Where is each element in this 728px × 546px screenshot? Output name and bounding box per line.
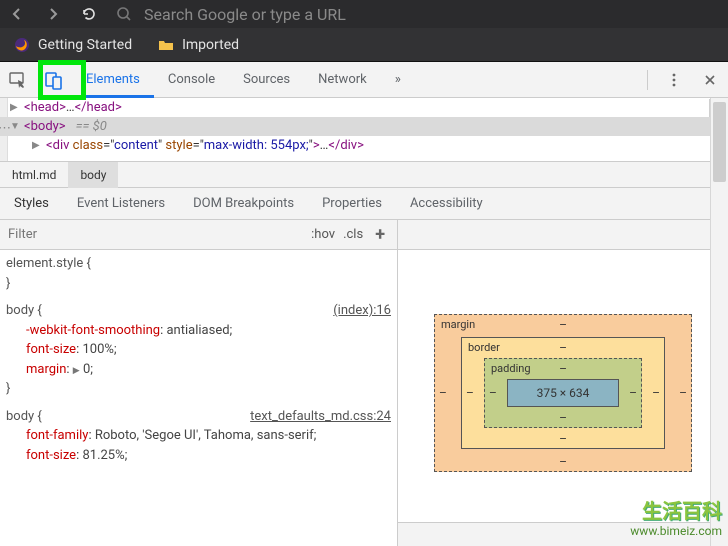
box-border[interactable]: border – – – – padding – – – – 375 × 634: [461, 337, 665, 449]
firefox-icon: [14, 37, 30, 53]
bookmark-label: Getting Started: [38, 37, 132, 53]
box-margin[interactable]: margin – – – – border – – – – padding – …: [434, 314, 692, 472]
rule-source-link[interactable]: (index):16: [333, 301, 391, 321]
dom-row-body[interactable]: ⋯ ▼ <body>== $0: [0, 117, 728, 136]
bookmarks-bar: Getting Started Imported: [0, 28, 728, 62]
styles-filter-row: :hov .cls +: [0, 220, 397, 250]
bookmark-getting-started[interactable]: Getting Started: [14, 37, 132, 53]
breadcrumb: html.md body: [0, 162, 728, 188]
kebab-menu-icon[interactable]: [656, 62, 692, 98]
vertical-scrollbar[interactable]: [710, 98, 728, 546]
cls-toggle[interactable]: .cls: [343, 227, 363, 242]
tab-label: Elements: [86, 72, 140, 87]
tab-network[interactable]: Network: [304, 62, 381, 98]
subtab-styles[interactable]: Styles: [0, 188, 63, 220]
reload-button[interactable]: [80, 5, 98, 23]
search-icon: [116, 6, 132, 22]
lower-panes: :hov .cls + element.style { } body { (in…: [0, 220, 728, 546]
forward-button[interactable]: [44, 5, 62, 23]
subtab-accessibility[interactable]: Accessibility: [396, 188, 497, 220]
box-padding[interactable]: padding – – – – 375 × 634: [484, 358, 642, 428]
expand-icon[interactable]: ▶: [10, 102, 18, 113]
inspect-icon[interactable]: [0, 62, 36, 98]
separator: [647, 70, 648, 90]
subtab-event-listeners[interactable]: Event Listeners: [63, 188, 179, 220]
browser-nav-bar: Search Google or type a URL: [0, 0, 728, 28]
crumb-html[interactable]: html.md: [0, 162, 68, 188]
devtools-tabbar: Elements Console Sources Network »: [0, 62, 728, 98]
scrollbar-thumb[interactable]: [713, 102, 726, 182]
hov-toggle[interactable]: :hov: [311, 227, 335, 242]
omnibox[interactable]: Search Google or type a URL: [116, 5, 720, 24]
tab-label: Network: [318, 72, 367, 87]
dom-row-head[interactable]: ▶ <head>…</head>: [0, 98, 728, 117]
subtab-properties[interactable]: Properties: [308, 188, 396, 220]
tabs-overflow[interactable]: »: [381, 62, 415, 98]
tab-elements[interactable]: Elements: [72, 62, 154, 98]
expand-shorthand-icon[interactable]: ▶: [73, 365, 80, 379]
styles-subtabs: Styles Event Listeners DOM Breakpoints P…: [0, 188, 728, 220]
dom-row-div[interactable]: ▶ <div class="content" style="max-width:…: [0, 136, 728, 155]
watermark: 生活百科 www.bimeiz.com: [630, 498, 722, 540]
rule-body-index[interactable]: body { (index):16 -webkit-font-smoothing…: [6, 301, 391, 399]
tab-label: Sources: [243, 72, 290, 87]
new-rule-button[interactable]: +: [371, 224, 389, 245]
bookmark-imported[interactable]: Imported: [158, 37, 239, 53]
more-label: »: [395, 72, 401, 87]
folder-icon: [158, 37, 174, 53]
css-rules-list[interactable]: element.style { } body { (index):16 -web…: [0, 250, 397, 546]
tab-console[interactable]: Console: [154, 62, 229, 98]
rule-element-style[interactable]: element.style { }: [6, 254, 391, 293]
tab-label: Console: [168, 72, 215, 87]
bookmark-label: Imported: [182, 37, 239, 53]
box-model-pane: margin – – – – border – – – – padding – …: [398, 220, 728, 546]
eq0-label: == $0: [76, 119, 107, 134]
close-devtools-icon[interactable]: [692, 62, 728, 98]
collapse-icon[interactable]: ▼: [10, 121, 20, 132]
crumb-body[interactable]: body: [68, 162, 118, 188]
subtab-dom-breakpoints[interactable]: DOM Breakpoints: [179, 188, 308, 220]
rule-body-defaults[interactable]: body { text_defaults_md.css:24 font-fami…: [6, 407, 391, 466]
styles-filter-input[interactable]: [0, 221, 311, 249]
back-button[interactable]: [8, 5, 26, 23]
rule-source-link[interactable]: text_defaults_md.css:24: [250, 407, 391, 427]
box-content[interactable]: 375 × 634: [507, 379, 619, 407]
dom-tree[interactable]: ▲ ▶ <head>…</head> ⋯ ▼ <body>== $0 ▶ <di…: [0, 98, 728, 162]
omnibox-placeholder: Search Google or type a URL: [144, 5, 346, 24]
tab-sources[interactable]: Sources: [229, 62, 304, 98]
device-toolbar-icon[interactable]: [36, 62, 72, 98]
styles-pane: :hov .cls + element.style { } body { (in…: [0, 220, 398, 546]
box-model-diagram[interactable]: margin – – – – border – – – – padding – …: [398, 250, 728, 522]
box-toolbar: [398, 220, 728, 250]
expand-icon[interactable]: ▶: [32, 140, 40, 151]
